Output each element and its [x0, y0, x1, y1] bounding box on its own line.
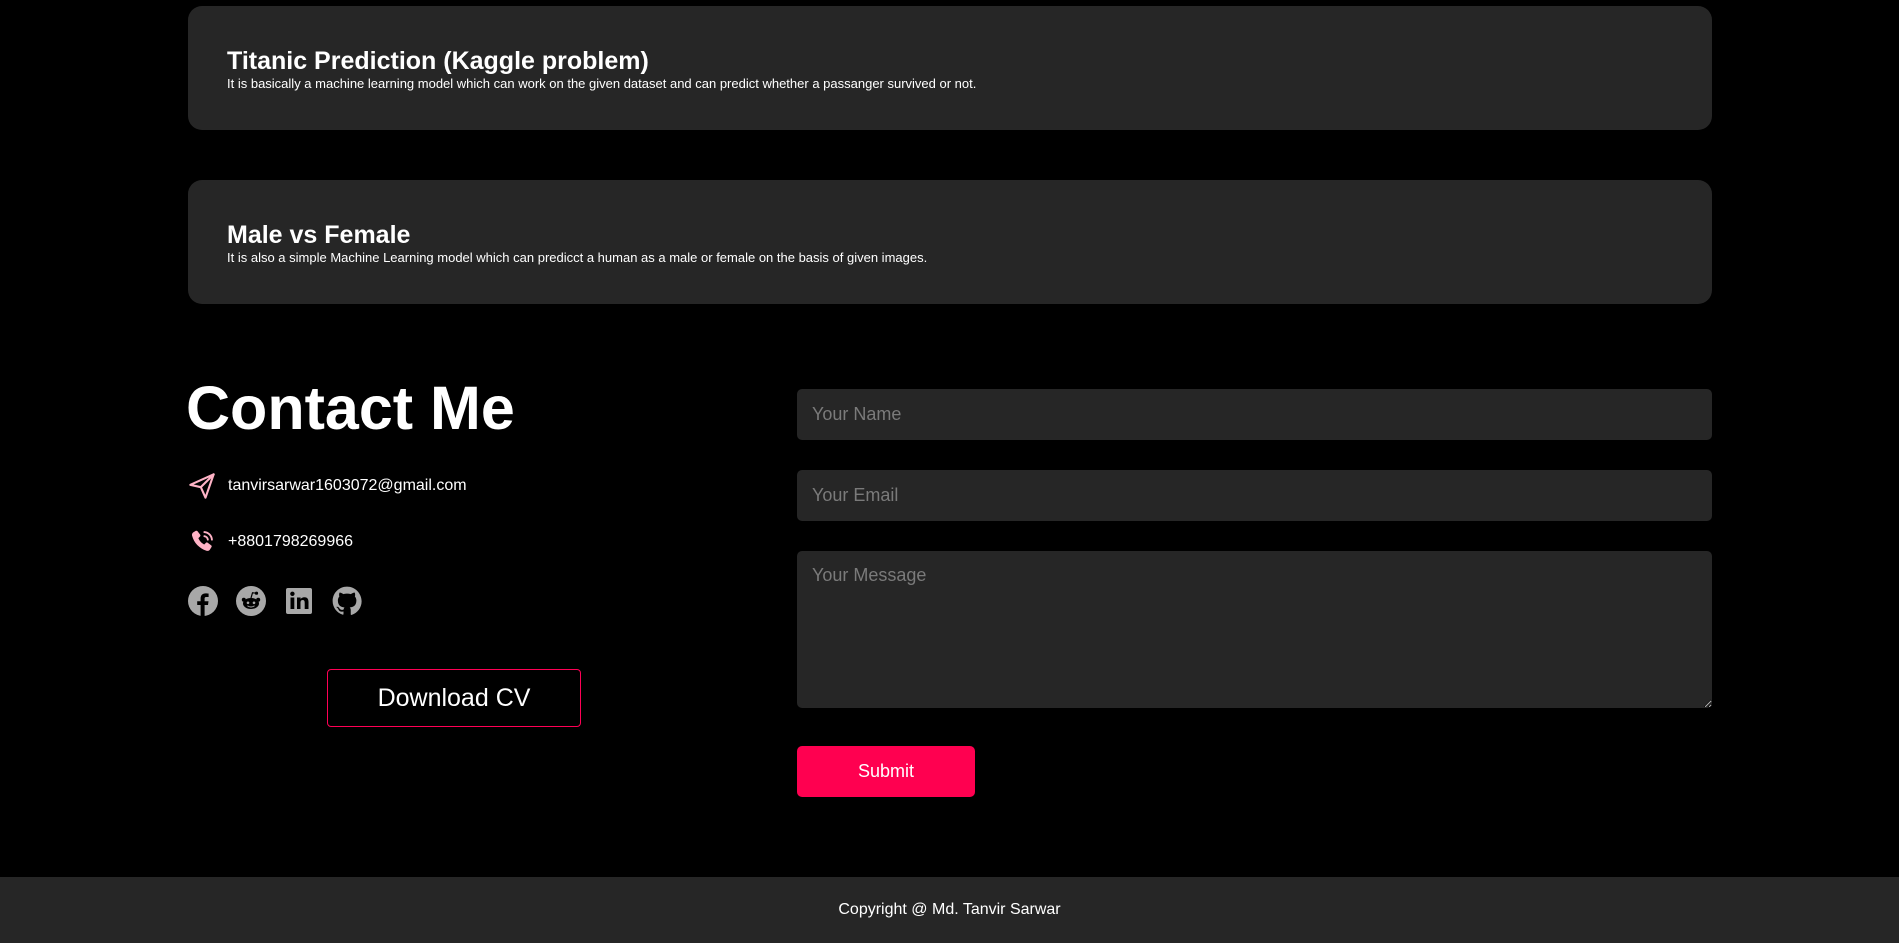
contact-title: Contact Me	[186, 374, 515, 442]
contact-phone: +8801798269966	[228, 533, 354, 550]
phone-icon	[188, 528, 216, 556]
project-card: Male vs Female It is also a simple Machi…	[188, 180, 1712, 304]
email-input[interactable]	[797, 470, 1712, 521]
social-links	[188, 586, 362, 616]
project-title: Male vs Female	[227, 221, 411, 249]
name-input[interactable]	[797, 389, 1712, 440]
project-title: Titanic Prediction (Kaggle problem)	[227, 47, 649, 75]
facebook-icon[interactable]	[188, 586, 218, 616]
footer: Copyright @ Md. Tanvir Sarwar	[0, 877, 1899, 943]
contact-email: tanvirsarwar1603072@gmail.com	[228, 477, 467, 494]
github-icon[interactable]	[332, 586, 362, 616]
reddit-icon[interactable]	[236, 586, 266, 616]
contact-phone-row: +8801798269966	[188, 528, 353, 556]
message-textarea[interactable]	[797, 551, 1712, 708]
linkedin-icon[interactable]	[284, 586, 314, 616]
paper-plane-icon	[188, 472, 216, 500]
project-description: It is also a simple Machine Learning mod…	[227, 250, 928, 265]
submit-button[interactable]: Submit	[797, 746, 975, 797]
download-cv-button[interactable]: Download CV	[327, 669, 581, 727]
project-description: It is basically a machine learning model…	[227, 76, 977, 91]
contact-email-row: tanvirsarwar1603072@gmail.com	[188, 472, 467, 500]
project-card: Titanic Prediction (Kaggle problem) It i…	[188, 6, 1712, 130]
copyright-text: Copyright @ Md. Tanvir Sarwar	[838, 901, 1061, 918]
page: Titanic Prediction (Kaggle problem) It i…	[0, 0, 1899, 943]
